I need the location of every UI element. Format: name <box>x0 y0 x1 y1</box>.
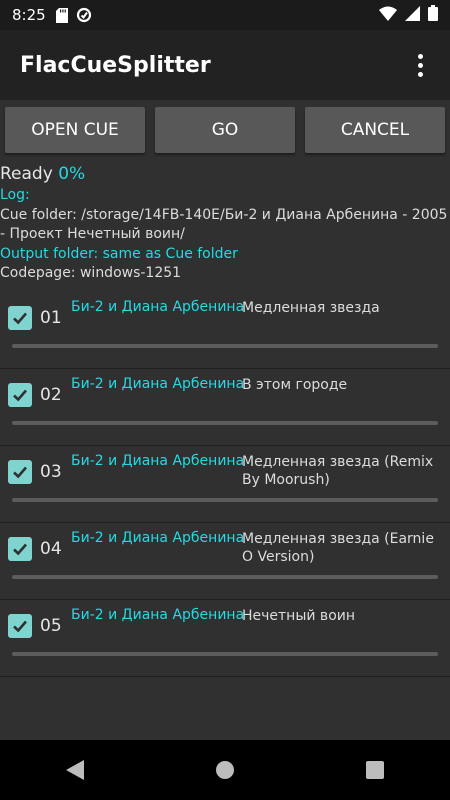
track-artist: Би-2 и Диана Арбенина <box>71 299 245 315</box>
app-title: FlacCueSplitter <box>20 52 211 78</box>
progress-percent: 0% <box>58 164 86 184</box>
track-checkbox[interactable] <box>8 460 32 484</box>
action-buttons: OPEN CUE GO CANCEL <box>5 107 445 153</box>
track-number: 01 <box>40 308 62 328</box>
track-title: Медленная звезда (Remix By Moorush) <box>242 454 434 488</box>
track-title: В этом городе <box>242 377 348 393</box>
check-icon <box>13 543 27 556</box>
track-number: 04 <box>40 539 62 559</box>
track-title: Нечетный воин <box>242 608 356 624</box>
ready-label: Ready <box>0 164 53 184</box>
cancel-button[interactable]: CANCEL <box>305 107 445 153</box>
track-artist: Би-2 и Диана Арбенина <box>71 607 245 623</box>
track-checkbox[interactable] <box>8 614 32 638</box>
track-row: 05 Би-2 и Диана Арбенина Нечетный воин <box>0 600 450 677</box>
check-icon <box>13 466 27 479</box>
track-progress-bar <box>12 498 438 502</box>
app-bar: FlacCueSplitter <box>0 30 450 100</box>
home-icon[interactable] <box>195 740 255 800</box>
track-title: Медленная звезда (Earnie O Version) <box>242 531 434 565</box>
track-row: 01 Би-2 и Диана Арбенина Медленная звезд… <box>0 292 450 369</box>
status-time: 8:25 <box>12 6 46 24</box>
data-saver-icon <box>76 7 92 23</box>
battery-icon <box>428 5 438 25</box>
status-bar: 8:25 <box>0 0 450 30</box>
codepage-text: Codepage: windows-1251 <box>0 265 182 281</box>
track-artist: Би-2 и Диана Арбенина <box>71 376 245 392</box>
signal-icon <box>405 5 420 25</box>
track-checkbox[interactable] <box>8 306 32 330</box>
check-icon <box>13 620 27 633</box>
track-progress-bar <box>12 344 438 348</box>
track-progress-bar <box>12 652 438 656</box>
output-folder-text: Output folder: same as Cue folder <box>0 245 238 262</box>
track-row: 02 Би-2 и Диана Арбенина В этом городе <box>0 369 450 446</box>
track-checkbox[interactable] <box>8 537 32 561</box>
back-icon[interactable] <box>45 740 105 800</box>
track-progress-bar <box>12 421 438 425</box>
cue-folder-text: Cue folder: /storage/14FB-140E/Би-2 и Ди… <box>0 206 448 243</box>
track-list: 01 Би-2 и Диана Арбенина Медленная звезд… <box>0 292 450 677</box>
track-row: 04 Би-2 и Диана Арбенина Медленная звезд… <box>0 523 450 600</box>
wifi-icon <box>379 6 397 25</box>
ready-status: Ready 0% <box>0 162 450 186</box>
navigation-bar <box>0 740 450 800</box>
check-icon <box>13 312 27 325</box>
open-cue-button[interactable]: OPEN CUE <box>5 107 145 153</box>
log-panel: Ready 0% Log: Cue folder: /storage/14FB-… <box>0 162 450 284</box>
track-row: 03 Би-2 и Диана Арбенина Медленная звезд… <box>0 446 450 523</box>
track-title: Медленная звезда <box>242 300 380 316</box>
track-checkbox[interactable] <box>8 383 32 407</box>
go-button[interactable]: GO <box>155 107 295 153</box>
track-artist: Би-2 и Диана Арбенина <box>71 453 245 469</box>
track-number: 05 <box>40 616 62 636</box>
track-progress-bar <box>12 575 438 579</box>
more-options-icon[interactable] <box>410 53 430 77</box>
check-icon <box>13 389 27 402</box>
track-artist: Би-2 и Диана Арбенина <box>71 530 245 546</box>
track-number: 03 <box>40 462 62 482</box>
recents-icon[interactable] <box>345 740 405 800</box>
track-number: 02 <box>40 385 62 405</box>
log-label: Log: <box>0 187 30 203</box>
sd-card-icon <box>55 7 68 23</box>
